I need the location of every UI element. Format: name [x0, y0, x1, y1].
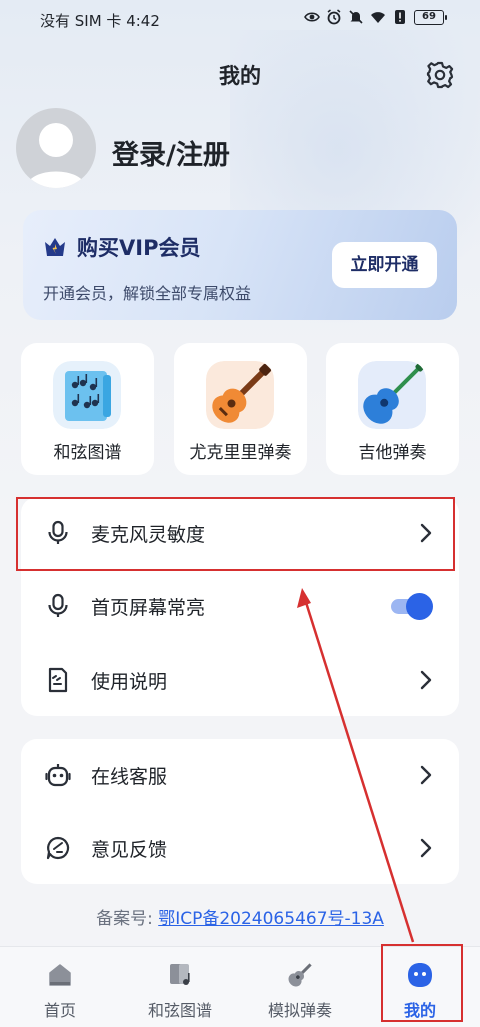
- feature-chord-chart[interactable]: 和弦图谱: [21, 343, 154, 475]
- settings-group-2: 在线客服 意见反馈: [21, 739, 459, 884]
- row-screen-always-on: 首页屏幕常亮: [21, 570, 459, 642]
- chevron-right-icon: [420, 765, 432, 785]
- guitar-icon: [288, 963, 312, 987]
- row-instructions[interactable]: 使用说明: [21, 644, 459, 716]
- page-title: 我的: [219, 64, 261, 88]
- nav-label: 模拟弹奏: [267, 1001, 332, 1020]
- robot-icon: [45, 764, 71, 787]
- mute-icon: [349, 10, 363, 24]
- microphone-icon: [48, 593, 68, 617]
- row-feedback[interactable]: 意见反馈: [21, 812, 459, 884]
- alarm-icon: [327, 9, 341, 25]
- row-label: 意见反馈: [91, 839, 168, 861]
- vip-card[interactable]: 购买VIP会员 开通会员，解锁全部专属权益 立即开通: [23, 210, 457, 320]
- highlight-mic-row: [16, 497, 455, 571]
- vip-subtitle: 开通会员，解锁全部专属权益: [43, 284, 252, 303]
- status-icons: 69: [304, 9, 447, 25]
- chevron-right-icon: [420, 838, 432, 858]
- battery-indicator: 69: [414, 9, 447, 25]
- home-icon: [49, 964, 71, 986]
- icp-record-link[interactable]: 鄂ICP备2024065467号-13A: [158, 909, 384, 929]
- vip-title: 购买VIP会员: [77, 236, 201, 260]
- chord-chart-icon: [170, 964, 190, 985]
- document-icon: [48, 667, 68, 693]
- row-label: 在线客服: [91, 766, 168, 788]
- highlight-nav-mine: [381, 944, 463, 1022]
- chevron-right-icon: [420, 670, 432, 690]
- feature-ukulele[interactable]: 尤克里里弹奏: [174, 343, 307, 475]
- nav-label: 首页: [43, 1001, 76, 1020]
- wifi-icon: [371, 12, 385, 23]
- icp-record: 备案号: 鄂ICP备2024065467号-13A: [0, 904, 480, 929]
- feature-label: 吉他弹奏: [358, 443, 427, 463]
- row-label: 使用说明: [91, 671, 168, 693]
- nav-label: 和弦图谱: [147, 1001, 212, 1020]
- row-online-service[interactable]: 在线客服: [21, 739, 459, 811]
- nav-simulate-play[interactable]: 模拟弹奏: [240, 947, 360, 1027]
- vip-crown-icon: [45, 238, 65, 256]
- icp-record-prefix: 备案号:: [96, 909, 153, 929]
- feedback-icon: [46, 836, 70, 860]
- nav-home[interactable]: 首页: [0, 947, 120, 1027]
- vip-open-button[interactable]: 立即开通: [332, 242, 437, 288]
- status-bar: 没有 SIM 卡 4:42 69: [0, 0, 480, 38]
- row-label: 首页屏幕常亮: [91, 597, 206, 619]
- avatar[interactable]: [16, 108, 96, 188]
- feature-label: 尤克里里弹奏: [189, 443, 292, 463]
- nav-chord-chart[interactable]: 和弦图谱: [120, 947, 240, 1027]
- screen-on-toggle[interactable]: [391, 591, 435, 621]
- feature-guitar[interactable]: 吉他弹奏: [326, 343, 459, 475]
- ukulele-icon: [206, 361, 274, 429]
- chord-chart-icon: [53, 361, 121, 429]
- feature-label: 和弦图谱: [53, 443, 122, 463]
- login-register-link[interactable]: 登录/注册: [112, 133, 230, 172]
- eye-icon: [304, 12, 320, 22]
- guitar-icon: [358, 361, 426, 429]
- settings-gear-icon[interactable]: [425, 60, 455, 90]
- toggle-knob: [406, 593, 433, 620]
- alert-icon: [395, 10, 405, 24]
- status-carrier-time: 没有 SIM 卡 4:42: [40, 12, 160, 30]
- default-avatar-icon: [26, 123, 86, 188]
